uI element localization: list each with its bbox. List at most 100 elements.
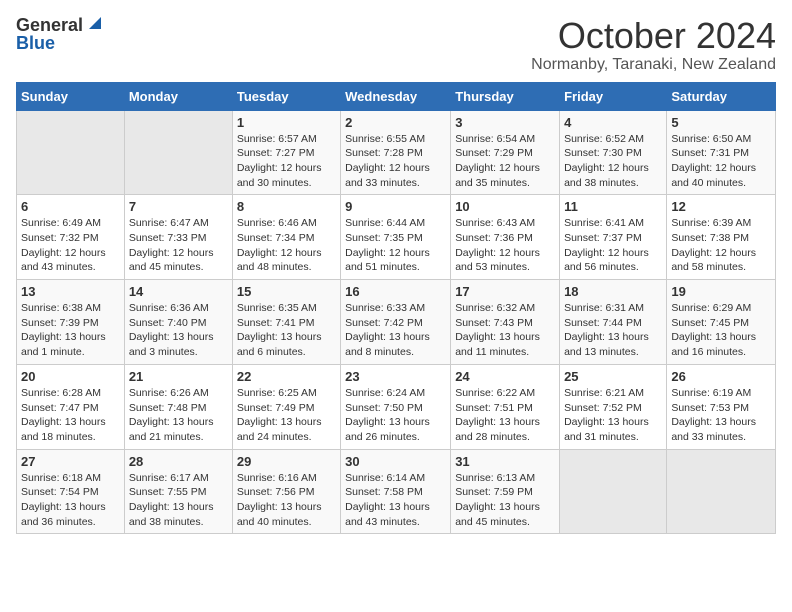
calendar-cell: 22Sunrise: 6:25 AM Sunset: 7:49 PM Dayli… xyxy=(232,364,340,449)
calendar-cell: 23 Sunrise: 6:24 AM Sunset: 7:50 PM Dayli… xyxy=(341,364,451,449)
day-number: 3 xyxy=(455,115,555,130)
calendar-cell: 20 Sunrise: 6:28 AM Sunset: 7:47 PM Dayli… xyxy=(17,364,125,449)
day-number: 2 xyxy=(345,115,446,130)
day-info: Sunrise: 6:21 AM Sunset: 7:52 PM Dayligh… xyxy=(564,386,662,445)
day-number: 31 xyxy=(455,454,555,469)
calendar-cell: 28Sunrise: 6:17 AM Sunset: 7:55 PM Dayli… xyxy=(124,449,232,534)
day-info: Sunrise: 6:19 AM Sunset: 7:53 PM Dayligh… xyxy=(671,386,771,445)
calendar-cell: 21 Sunrise: 6:26 AM Sunset: 7:48 PM Dayli… xyxy=(124,364,232,449)
calendar-table: SundayMondayTuesdayWednesdayThursdayFrid… xyxy=(16,82,776,535)
day-number: 26 xyxy=(671,369,771,384)
day-info: Sunrise: 6:39 AM Sunset: 7:38 PM Dayligh… xyxy=(671,216,771,275)
calendar-cell: 3 Sunrise: 6:54 AM Sunset: 7:29 PM Daylig… xyxy=(451,110,560,195)
day-number: 25 xyxy=(564,369,662,384)
day-number: 16 xyxy=(345,284,446,299)
calendar-cell xyxy=(124,110,232,195)
header-cell-wednesday: Wednesday xyxy=(341,82,451,110)
day-info: Sunrise: 6:18 AM Sunset: 7:54 PM Dayligh… xyxy=(21,471,120,530)
day-info: Sunrise: 6:38 AM Sunset: 7:39 PM Dayligh… xyxy=(21,301,120,360)
day-number: 29 xyxy=(237,454,336,469)
day-info: Sunrise: 6:24 AM Sunset: 7:50 PM Dayligh… xyxy=(345,386,446,445)
day-info: Sunrise: 6:52 AM Sunset: 7:30 PM Dayligh… xyxy=(564,132,662,191)
day-info: Sunrise: 6:31 AM Sunset: 7:44 PM Dayligh… xyxy=(564,301,662,360)
calendar-cell xyxy=(560,449,667,534)
calendar-cell xyxy=(667,449,776,534)
calendar-cell: 8 Sunrise: 6:46 AM Sunset: 7:34 PM Daylig… xyxy=(232,195,340,280)
logo-triangle-icon xyxy=(85,15,101,31)
calendar-cell: 12 Sunrise: 6:39 AM Sunset: 7:38 PM Dayli… xyxy=(667,195,776,280)
day-info: Sunrise: 6:46 AM Sunset: 7:34 PM Dayligh… xyxy=(237,216,336,275)
day-info: Sunrise: 6:57 AM Sunset: 7:27 PM Dayligh… xyxy=(237,132,336,191)
calendar-cell: 29 Sunrise: 6:16 AM Sunset: 7:56 PM Dayli… xyxy=(232,449,340,534)
week-row-2: 6Sunrise: 6:49 AM Sunset: 7:32 PM Daylig… xyxy=(17,195,776,280)
day-number: 5 xyxy=(671,115,771,130)
calendar-cell: 31Sunrise: 6:13 AM Sunset: 7:59 PM Dayli… xyxy=(451,449,560,534)
page-header: General Blue October 2024 Normanby, Tara… xyxy=(16,16,776,74)
calendar-cell: 16 Sunrise: 6:33 AM Sunset: 7:42 PM Dayli… xyxy=(341,280,451,365)
day-info: Sunrise: 6:32 AM Sunset: 7:43 PM Dayligh… xyxy=(455,301,555,360)
day-number: 15 xyxy=(237,284,336,299)
day-number: 30 xyxy=(345,454,446,469)
week-row-1: 1 Sunrise: 6:57 AM Sunset: 7:27 PM Daylig… xyxy=(17,110,776,195)
week-row-5: 27 Sunrise: 6:18 AM Sunset: 7:54 PM Dayli… xyxy=(17,449,776,534)
calendar-cell: 27 Sunrise: 6:18 AM Sunset: 7:54 PM Dayli… xyxy=(17,449,125,534)
day-number: 10 xyxy=(455,199,555,214)
day-number: 19 xyxy=(671,284,771,299)
header-cell-tuesday: Tuesday xyxy=(232,82,340,110)
day-number: 14 xyxy=(129,284,228,299)
day-info: Sunrise: 6:33 AM Sunset: 7:42 PM Dayligh… xyxy=(345,301,446,360)
calendar-body: 1 Sunrise: 6:57 AM Sunset: 7:27 PM Daylig… xyxy=(17,110,776,534)
day-info: Sunrise: 6:54 AM Sunset: 7:29 PM Dayligh… xyxy=(455,132,555,191)
day-info: Sunrise: 6:41 AM Sunset: 7:37 PM Dayligh… xyxy=(564,216,662,275)
day-info: Sunrise: 6:16 AM Sunset: 7:56 PM Dayligh… xyxy=(237,471,336,530)
calendar-header: SundayMondayTuesdayWednesdayThursdayFrid… xyxy=(17,82,776,110)
calendar-cell: 17Sunrise: 6:32 AM Sunset: 7:43 PM Dayli… xyxy=(451,280,560,365)
day-info: Sunrise: 6:28 AM Sunset: 7:47 PM Dayligh… xyxy=(21,386,120,445)
day-number: 24 xyxy=(455,369,555,384)
day-info: Sunrise: 6:47 AM Sunset: 7:33 PM Dayligh… xyxy=(129,216,228,275)
day-info: Sunrise: 6:36 AM Sunset: 7:40 PM Dayligh… xyxy=(129,301,228,360)
header-cell-saturday: Saturday xyxy=(667,82,776,110)
day-info: Sunrise: 6:44 AM Sunset: 7:35 PM Dayligh… xyxy=(345,216,446,275)
day-info: Sunrise: 6:35 AM Sunset: 7:41 PM Dayligh… xyxy=(237,301,336,360)
day-number: 13 xyxy=(21,284,120,299)
day-number: 4 xyxy=(564,115,662,130)
day-info: Sunrise: 6:50 AM Sunset: 7:31 PM Dayligh… xyxy=(671,132,771,191)
day-number: 1 xyxy=(237,115,336,130)
calendar-cell xyxy=(17,110,125,195)
day-info: Sunrise: 6:55 AM Sunset: 7:28 PM Dayligh… xyxy=(345,132,446,191)
day-number: 23 xyxy=(345,369,446,384)
calendar-cell: 24Sunrise: 6:22 AM Sunset: 7:51 PM Dayli… xyxy=(451,364,560,449)
day-number: 21 xyxy=(129,369,228,384)
day-number: 20 xyxy=(21,369,120,384)
logo: General Blue xyxy=(16,16,101,54)
day-info: Sunrise: 6:17 AM Sunset: 7:55 PM Dayligh… xyxy=(129,471,228,530)
calendar-cell: 14 Sunrise: 6:36 AM Sunset: 7:40 PM Dayli… xyxy=(124,280,232,365)
day-info: Sunrise: 6:26 AM Sunset: 7:48 PM Dayligh… xyxy=(129,386,228,445)
day-info: Sunrise: 6:29 AM Sunset: 7:45 PM Dayligh… xyxy=(671,301,771,360)
header-cell-friday: Friday xyxy=(560,82,667,110)
calendar-cell: 6Sunrise: 6:49 AM Sunset: 7:32 PM Daylig… xyxy=(17,195,125,280)
header-row: SundayMondayTuesdayWednesdayThursdayFrid… xyxy=(17,82,776,110)
day-number: 12 xyxy=(671,199,771,214)
calendar-cell: 4 Sunrise: 6:52 AM Sunset: 7:30 PM Daylig… xyxy=(560,110,667,195)
day-number: 27 xyxy=(21,454,120,469)
week-row-4: 20 Sunrise: 6:28 AM Sunset: 7:47 PM Dayli… xyxy=(17,364,776,449)
day-info: Sunrise: 6:49 AM Sunset: 7:32 PM Dayligh… xyxy=(21,216,120,275)
calendar-cell: 2 Sunrise: 6:55 AM Sunset: 7:28 PM Daylig… xyxy=(341,110,451,195)
calendar-cell: 10Sunrise: 6:43 AM Sunset: 7:36 PM Dayli… xyxy=(451,195,560,280)
calendar-cell: 11Sunrise: 6:41 AM Sunset: 7:37 PM Dayli… xyxy=(560,195,667,280)
day-number: 7 xyxy=(129,199,228,214)
day-info: Sunrise: 6:14 AM Sunset: 7:58 PM Dayligh… xyxy=(345,471,446,530)
header-cell-monday: Monday xyxy=(124,82,232,110)
title-block: October 2024 Normanby, Taranaki, New Zea… xyxy=(531,16,776,74)
header-cell-thursday: Thursday xyxy=(451,82,560,110)
calendar-cell: 13 Sunrise: 6:38 AM Sunset: 7:39 PM Dayli… xyxy=(17,280,125,365)
day-info: Sunrise: 6:25 AM Sunset: 7:49 PM Dayligh… xyxy=(237,386,336,445)
month-title: October 2024 xyxy=(531,16,776,56)
day-number: 8 xyxy=(237,199,336,214)
calendar-cell: 30 Sunrise: 6:14 AM Sunset: 7:58 PM Dayli… xyxy=(341,449,451,534)
calendar-cell: 19 Sunrise: 6:29 AM Sunset: 7:45 PM Dayli… xyxy=(667,280,776,365)
week-row-3: 13 Sunrise: 6:38 AM Sunset: 7:39 PM Dayli… xyxy=(17,280,776,365)
calendar-cell: 9Sunrise: 6:44 AM Sunset: 7:35 PM Daylig… xyxy=(341,195,451,280)
